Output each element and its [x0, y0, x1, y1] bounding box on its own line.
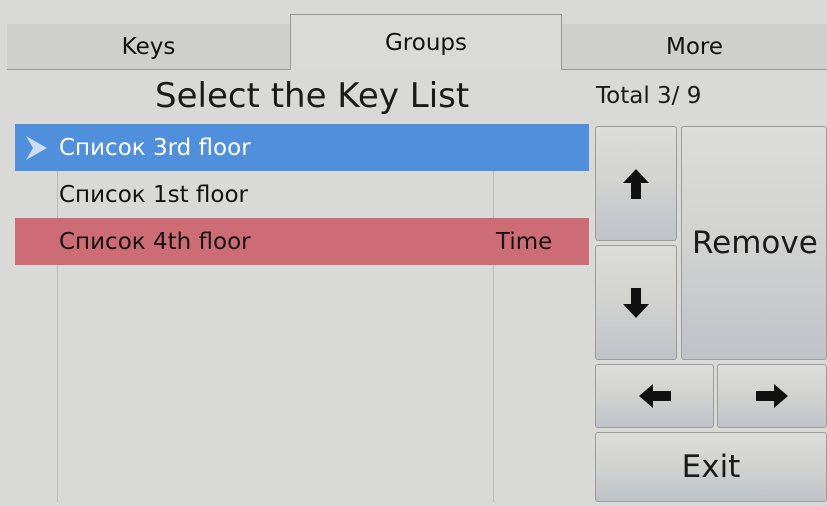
list-item-name: Список 4th floor: [59, 228, 251, 255]
list-item[interactable]: Список 1st floor: [15, 171, 589, 218]
exit-button[interactable]: Exit: [595, 432, 827, 502]
key-list[interactable]: Список 3rd floor Список 1st floor Список…: [15, 124, 589, 502]
arrow-right-icon: [755, 383, 789, 409]
page-title: Select the Key List: [155, 76, 470, 116]
tab-groups[interactable]: Groups: [290, 14, 562, 70]
arrow-up-icon: [622, 168, 650, 200]
list-item-name: Список 3rd floor: [59, 134, 251, 161]
tab-more[interactable]: More: [562, 24, 827, 70]
move-down-button[interactable]: [595, 245, 677, 360]
move-right-button[interactable]: [717, 364, 827, 428]
tab-bar: Keys Groups More: [7, 14, 827, 70]
arrow-left-icon: [638, 383, 672, 409]
tab-keys[interactable]: Keys: [7, 24, 290, 70]
remove-button-label: Remove: [692, 225, 818, 261]
list-item-name: Список 1st floor: [59, 181, 248, 208]
arrow-down-icon: [622, 287, 650, 319]
list-item-extra: Time: [496, 228, 553, 255]
total-counter: Total 3/ 9: [596, 83, 702, 109]
move-left-button[interactable]: [595, 364, 714, 428]
list-item-alert[interactable]: Список 4th floor Time: [15, 218, 589, 265]
move-up-button[interactable]: [595, 126, 677, 241]
remove-button[interactable]: Remove: [681, 126, 827, 360]
list-item-selected[interactable]: Список 3rd floor: [15, 124, 589, 171]
exit-button-label: Exit: [681, 449, 741, 485]
selection-marker-icon: [15, 124, 57, 171]
